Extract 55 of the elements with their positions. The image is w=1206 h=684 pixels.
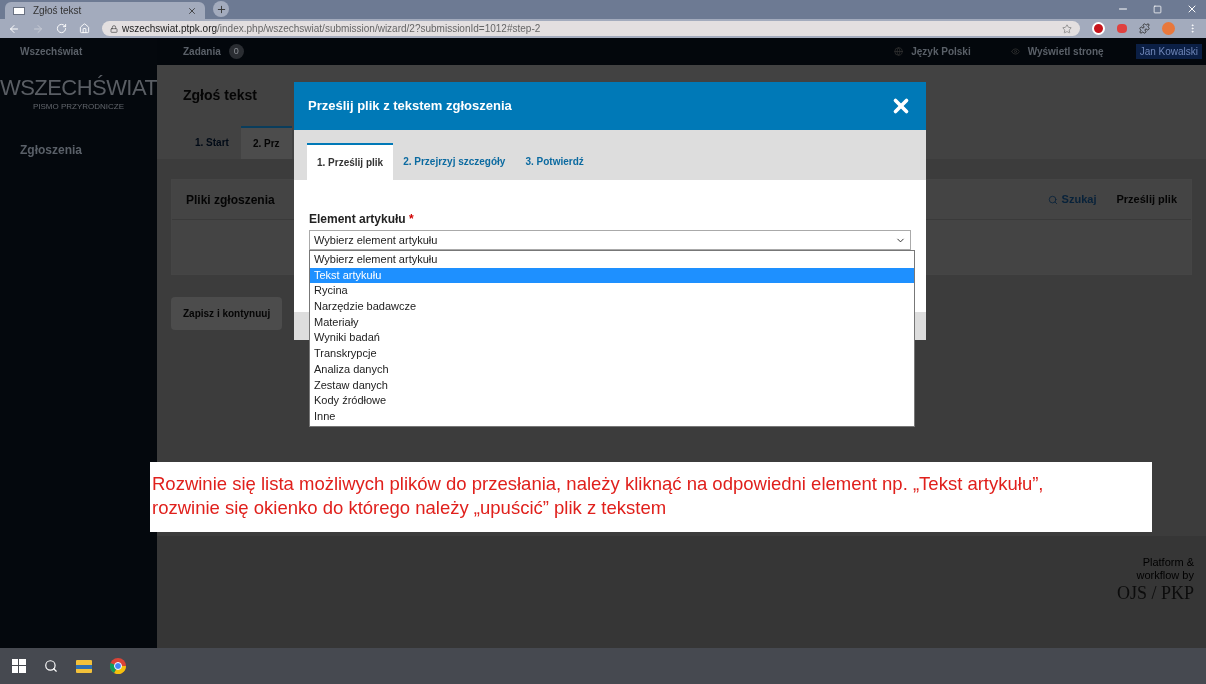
- tab-title: Zgłoś tekst: [33, 4, 83, 18]
- dropdown-option[interactable]: Materiały: [310, 314, 914, 331]
- close-icon[interactable]: [187, 5, 197, 16]
- modal-tab[interactable]: 2. Przejrzyj szczegóły: [393, 143, 516, 180]
- save-button[interactable]: Zapisz i kontynuuj: [171, 297, 283, 330]
- browser-icon[interactable]: [110, 658, 126, 674]
- address-bar[interactable]: wszechswiat.ptpk.org/index.php/wszechswiat/submission/wizard/2?submissionId=1012#step-2: [102, 21, 1080, 36]
- user-menu[interactable]: Jan Kowalski: [1135, 44, 1202, 59]
- site-name[interactable]: Wszechświat: [0, 38, 157, 65]
- journal-logo[interactable]: WSZECHŚWIAT: [0, 77, 157, 99]
- element-select[interactable]: Wybierz element artykułu: [309, 230, 911, 250]
- logo-subtitle: PISMO PRZYRODNICZE: [31, 101, 126, 113]
- new-tab-button[interactable]: [213, 1, 229, 17]
- dropdown-option[interactable]: Narzędzie badawcze: [310, 299, 914, 315]
- dropdown-option[interactable]: Inne: [310, 408, 914, 425]
- modal-tab[interactable]: 3. Potwierdź: [515, 143, 594, 180]
- dropdown-option[interactable]: Wybierz element artykułu: [310, 252, 914, 268]
- close-icon[interactable]: [1186, 3, 1198, 15]
- annotation-note: Rozwinie się lista możliwych plików do przesłania, należy kliknąć na odpowiedni element np. „Tekst artykułu”, rozwinie się okienko do którego należy „upuścić” plik z tekstem: [150, 462, 1152, 532]
- dropdown-option[interactable]: Zestaw danych: [310, 377, 914, 394]
- eye-icon: [1010, 47, 1020, 56]
- tasks-link[interactable]: Zadania: [183, 44, 221, 59]
- search-icon[interactable]: [44, 659, 58, 673]
- globe-icon: [894, 47, 904, 56]
- maximize-icon[interactable]: [1153, 5, 1162, 14]
- dropdown-option[interactable]: Wyniki badań: [310, 330, 914, 347]
- dropdown-option[interactable]: Kody źródłowe: [310, 393, 914, 409]
- extension-icon[interactable]: [1117, 24, 1127, 33]
- back-icon[interactable]: [8, 22, 20, 35]
- adblock-icon[interactable]: [1092, 22, 1105, 35]
- dropdown-option[interactable]: Tekst artykułu: [310, 267, 914, 284]
- view-site-link[interactable]: Wyświetl stronę: [1027, 44, 1104, 59]
- step-tab[interactable]: 2. Prz: [240, 126, 292, 159]
- search-icon: [1047, 194, 1058, 205]
- lock-icon: [110, 24, 118, 33]
- language-link[interactable]: Język Polski: [911, 44, 971, 59]
- panel-title: Pliki zgłoszenia: [186, 191, 275, 209]
- browser-tab[interactable]: Zgłoś tekst: [5, 2, 205, 19]
- star-icon[interactable]: [1062, 23, 1072, 34]
- reload-icon[interactable]: [56, 23, 67, 34]
- modal-tab[interactable]: 1. Prześlij plik: [307, 143, 394, 180]
- folder-icon[interactable]: [76, 659, 92, 673]
- dropdown-option[interactable]: Transkrypcje: [310, 346, 914, 362]
- sidebar-item[interactable]: Zgłoszenia: [0, 141, 157, 159]
- home-icon[interactable]: [79, 23, 90, 34]
- modal-title: Prześlij plik z tekstem zgłoszenia: [308, 97, 513, 116]
- plus-icon: [215, 3, 227, 15]
- favicon-icon: [13, 6, 25, 15]
- field-label: Element artykułu *: [309, 211, 415, 228]
- tasks-count: 0: [228, 44, 244, 59]
- windows-icon[interactable]: [12, 659, 26, 673]
- puzzle-icon[interactable]: [1139, 23, 1150, 34]
- page-title: Zgłoś tekst: [183, 86, 257, 105]
- dropdown-option[interactable]: Analiza danych: [310, 361, 914, 378]
- dropdown-option[interactable]: Rycina: [310, 283, 914, 300]
